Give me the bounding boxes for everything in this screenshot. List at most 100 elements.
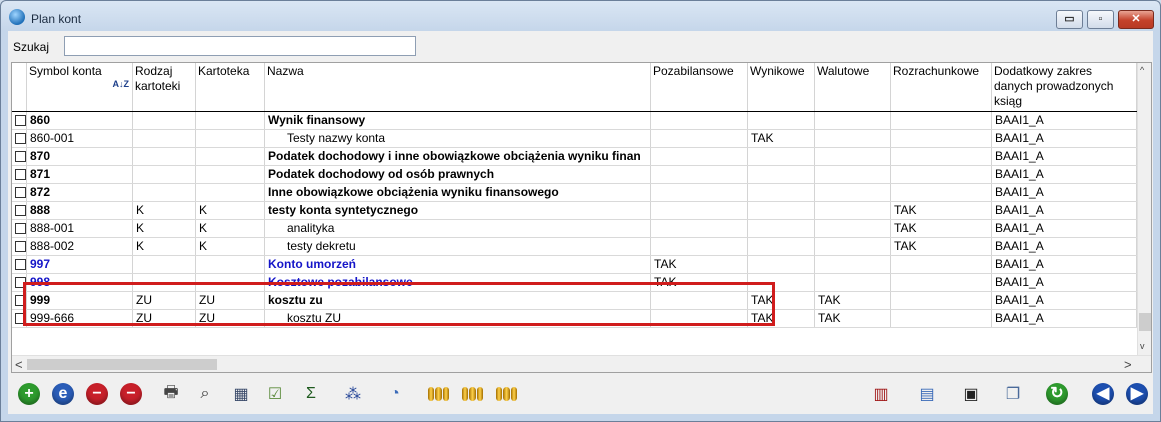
cell-rozrach[interactable] [891, 112, 992, 129]
table-row[interactable]: 871 Podatek dochodowy od osób prawnych BAA… [12, 166, 1151, 184]
cell-rozrach[interactable]: TAK [891, 220, 992, 237]
cell-dodatk[interactable]: BAAI1_A [992, 166, 1137, 183]
cell-nazwa[interactable]: kosztu zu [265, 292, 651, 309]
cell-symbol[interactable]: 871 [27, 166, 133, 183]
column-header-symbol[interactable]: Symbol konta A↓Z [27, 63, 133, 111]
delete-button[interactable]: − [84, 381, 110, 407]
cell-rodzaj[interactable] [133, 184, 196, 201]
scroll-up-icon[interactable]: ^ [1140, 65, 1144, 75]
cell-rodzaj[interactable]: ZU [133, 310, 196, 327]
cell-kartoteka[interactable]: K [196, 220, 265, 237]
column-header-nazwa[interactable]: Nazwa [265, 63, 651, 111]
cell-rozrach[interactable]: TAK [891, 238, 992, 255]
cell-symbol[interactable]: 870 [27, 148, 133, 165]
cell-kartoteka[interactable] [196, 166, 265, 183]
scroll-down-icon[interactable]: v [1140, 341, 1145, 351]
cell-pozabil[interactable] [651, 292, 748, 309]
close-button[interactable]: ✕ [1118, 10, 1154, 29]
cell-rodzaj[interactable] [133, 274, 196, 291]
report-chart-button[interactable]: ▥ [868, 381, 894, 407]
minimize-button[interactable]: ▭ [1056, 10, 1083, 29]
print-button[interactable]: 🖶 [158, 381, 184, 407]
column-header-dodatk[interactable]: Dodatkowy zakres danych prowadzonych ksi… [992, 63, 1137, 111]
cell-rozrach[interactable] [891, 256, 992, 273]
save-button[interactable]: ▣ [958, 381, 984, 407]
cell-rozrach[interactable] [891, 292, 992, 309]
cell-wynik[interactable] [748, 184, 815, 201]
cell-pozabil[interactable] [651, 166, 748, 183]
cell-pozabil[interactable] [651, 184, 748, 201]
cell-nazwa[interactable]: Kosztowe pozabilansowe [265, 274, 651, 291]
cell-rozrach[interactable] [891, 166, 992, 183]
cell-kartoteka[interactable] [196, 184, 265, 201]
cell-kartoteka[interactable] [196, 130, 265, 147]
cell-symbol[interactable]: 872 [27, 184, 133, 201]
cell-dodatk[interactable]: BAAI1_A [992, 112, 1137, 129]
cell-nazwa[interactable]: Wynik finansowy [265, 112, 651, 129]
cell-nazwa[interactable]: Konto umorzeń [265, 256, 651, 273]
cell-wynik[interactable] [748, 274, 815, 291]
copy-windows-button[interactable]: ❐ [1000, 381, 1026, 407]
cell-walut[interactable]: TAK [815, 310, 891, 327]
table-row[interactable]: 888-001 K Kanalityka TAK BAAI1_A [12, 220, 1151, 238]
cell-symbol[interactable]: 999-666 [27, 310, 133, 327]
cell-rodzaj[interactable] [133, 130, 196, 147]
cell-symbol[interactable]: 860 [27, 112, 133, 129]
row-checkbox[interactable] [15, 115, 26, 126]
cell-symbol[interactable]: 997 [27, 256, 133, 273]
cell-wynik[interactable]: TAK [748, 310, 815, 327]
cell-kartoteka[interactable] [196, 274, 265, 291]
cell-pozabil[interactable] [651, 130, 748, 147]
cell-walut[interactable] [815, 148, 891, 165]
cell-kartoteka[interactable] [196, 112, 265, 129]
cell-dodatk[interactable]: BAAI1_A [992, 148, 1137, 165]
cell-pozabil[interactable] [651, 202, 748, 219]
cell-symbol[interactable]: 999 [27, 292, 133, 309]
horizontal-scrollbar[interactable]: < > [12, 355, 1151, 372]
cell-dodatk[interactable]: BAAI1_A [992, 256, 1137, 273]
cell-rodzaj[interactable]: K [133, 238, 196, 255]
table-row[interactable]: 860 Wynik finansowy BAAI1_A [12, 112, 1151, 130]
cell-dodatk[interactable]: BAAI1_A [992, 292, 1137, 309]
table-row[interactable]: 860-001 Testy nazwy konta TAK BAAI1_A [12, 130, 1151, 148]
document-button[interactable]: ▤ [914, 381, 940, 407]
table-row[interactable]: 998 Kosztowe pozabilansowe TAK BAAI1_A [12, 274, 1151, 292]
cell-wynik[interactable] [748, 238, 815, 255]
scroll-left-icon[interactable]: < [15, 357, 23, 372]
cell-wynik[interactable] [748, 202, 815, 219]
cell-rodzaj[interactable] [133, 148, 196, 165]
vertical-scroll-thumb[interactable] [1139, 313, 1151, 331]
row-checkbox[interactable] [15, 313, 26, 324]
cell-wynik[interactable]: TAK [748, 292, 815, 309]
coins-1-button[interactable] [426, 381, 452, 407]
cell-kartoteka[interactable] [196, 148, 265, 165]
maximize-button[interactable]: ▫ [1087, 10, 1114, 29]
cell-walut[interactable] [815, 130, 891, 147]
cell-wynik[interactable]: TAK [748, 130, 815, 147]
cell-dodatk[interactable]: BAAI1_A [992, 220, 1137, 237]
cell-wynik[interactable] [748, 112, 815, 129]
cell-rodzaj[interactable] [133, 166, 196, 183]
refresh-button[interactable]: ↻ [1044, 381, 1070, 407]
column-header-rozrach[interactable]: Rozrachunkowe [891, 63, 992, 111]
cell-rodzaj[interactable]: K [133, 220, 196, 237]
row-checkbox[interactable] [15, 223, 26, 234]
table-row[interactable]: 999 ZU ZU kosztu zu TAK TAK BAAI1_A [12, 292, 1151, 310]
previous-button[interactable]: ◀ [1090, 381, 1116, 407]
cell-dodatk[interactable]: BAAI1_A [992, 184, 1137, 201]
cell-rodzaj[interactable] [133, 256, 196, 273]
row-checkbox[interactable] [15, 295, 26, 306]
cell-pozabil[interactable]: TAK [651, 274, 748, 291]
cell-rozrach[interactable] [891, 274, 992, 291]
table-row[interactable]: 997 Konto umorzeń TAK BAAI1_A [12, 256, 1151, 274]
cell-rodzaj[interactable] [133, 112, 196, 129]
cell-walut[interactable] [815, 238, 891, 255]
cell-symbol[interactable]: 888-002 [27, 238, 133, 255]
column-header-rodzaj[interactable]: Rodzaj kartoteki [133, 63, 196, 111]
table-row[interactable]: 888 K Ktesty konta syntetycznego TAK BAAI1_A [12, 202, 1151, 220]
row-checkbox[interactable] [15, 169, 26, 180]
cell-nazwa[interactable]: Podatek dochodowy od osób prawnych [265, 166, 651, 183]
table-row[interactable]: 999-666 ZU ZU kosztu ZU TAK TAK BAAI1_A [12, 310, 1151, 328]
cell-rozrach[interactable] [891, 130, 992, 147]
cell-symbol[interactable]: 998 [27, 274, 133, 291]
